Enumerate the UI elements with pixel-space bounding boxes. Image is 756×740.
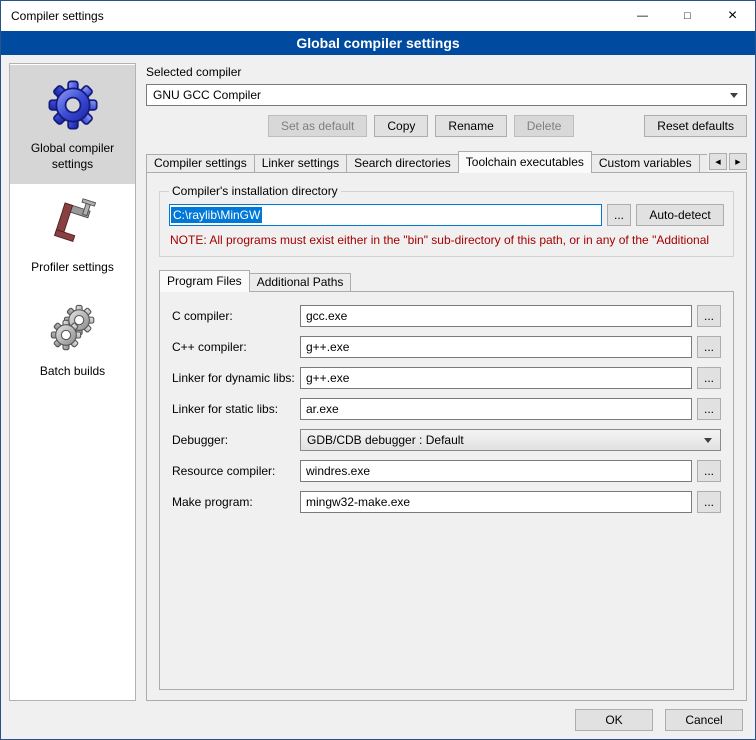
form-row-c-compiler: C compiler: ... <box>172 305 721 327</box>
settings-tabstrip: Compiler settings Linker settings Search… <box>146 151 747 173</box>
page-title: Global compiler settings <box>1 31 755 55</box>
window-title: Compiler settings <box>1 9 104 23</box>
program-files-page: C compiler: ... C++ compiler: ... <box>159 291 734 690</box>
compiler-actions: Set as default Copy Rename Delete Reset … <box>146 115 747 137</box>
selected-compiler-value: GNU GCC Compiler <box>153 88 261 102</box>
subtab-additional-paths[interactable]: Additional Paths <box>249 273 352 292</box>
selected-compiler-dropdown[interactable]: GNU GCC Compiler <box>146 84 747 106</box>
gray-gears-icon <box>45 300 101 356</box>
tab-search-directories[interactable]: Search directories <box>346 154 459 173</box>
dynamic-linker-label: Linker for dynamic libs: <box>172 371 300 385</box>
install-directory-browse-button[interactable]: ... <box>607 204 631 226</box>
tab-custom-variables[interactable]: Custom variables <box>591 154 700 173</box>
tab-compiler-settings[interactable]: Compiler settings <box>146 154 255 173</box>
ok-button[interactable]: OK <box>575 709 653 731</box>
tab-scroll-buttons: ◀ ▶ <box>709 153 747 170</box>
tab-toolchain-executables[interactable]: Toolchain executables <box>458 151 592 173</box>
main-pane: Selected compiler GNU GCC Compiler Set a… <box>146 63 747 701</box>
form-row-dynamic-linker: Linker for dynamic libs: ... <box>172 367 721 389</box>
installation-directory-groupbox: Compiler's installation directory C:\ray… <box>159 184 734 257</box>
c-compiler-browse-button[interactable]: ... <box>697 305 721 327</box>
resource-compiler-input[interactable] <box>300 460 692 482</box>
blue-gear-icon <box>45 77 101 133</box>
install-directory-selected-text: C:\raylib\MinGW <box>171 207 262 223</box>
cancel-button[interactable]: Cancel <box>665 709 743 731</box>
window-controls: — □ × <box>620 1 755 31</box>
debugger-dropdown[interactable]: GDB/CDB debugger : Default <box>300 429 721 451</box>
reset-defaults-button[interactable]: Reset defaults <box>644 115 747 137</box>
dynamic-linker-input[interactable] <box>300 367 692 389</box>
tab-build-options[interactable]: Build options <box>699 154 707 173</box>
dynamic-linker-browse-button[interactable]: ... <box>697 367 721 389</box>
category-sidebar: Global compiler settings Profiler settin… <box>9 63 136 701</box>
c-compiler-input[interactable] <box>300 305 692 327</box>
copy-button[interactable]: Copy <box>374 115 428 137</box>
dialog-body: Global compiler settings Profiler settin… <box>1 55 755 739</box>
make-program-label: Make program: <box>172 495 300 509</box>
debugger-label: Debugger: <box>172 433 300 447</box>
compiler-settings-window: Compiler settings — □ × Global compiler … <box>0 0 756 740</box>
installation-directory-legend: Compiler's installation directory <box>169 184 341 198</box>
tab-scroll-right-icon[interactable]: ▶ <box>729 153 747 170</box>
static-linker-browse-button[interactable]: ... <box>697 398 721 420</box>
form-row-cpp-compiler: C++ compiler: ... <box>172 336 721 358</box>
bin-subdirectory-note: NOTE: All programs must exist either in … <box>170 233 723 247</box>
make-program-input[interactable] <box>300 491 692 513</box>
clamp-tool-icon <box>45 196 101 252</box>
program-files-tabstrip: Program Files Additional Paths <box>159 270 734 292</box>
subtab-program-files[interactable]: Program Files <box>159 270 250 292</box>
titlebar: Compiler settings — □ × <box>1 1 755 31</box>
c-compiler-label: C compiler: <box>172 309 300 323</box>
resource-compiler-label: Resource compiler: <box>172 464 300 478</box>
dialog-footer: OK Cancel <box>9 701 747 739</box>
install-directory-input[interactable]: C:\raylib\MinGW <box>169 204 602 226</box>
sidebar-item-label: Global compiler settings <box>14 141 131 172</box>
form-row-debugger: Debugger: GDB/CDB debugger : Default <box>172 429 721 451</box>
maximize-button[interactable]: □ <box>665 1 710 31</box>
tab-linker-settings[interactable]: Linker settings <box>254 154 347 173</box>
debugger-dropdown-value: GDB/CDB debugger : Default <box>307 433 464 447</box>
cpp-compiler-label: C++ compiler: <box>172 340 300 354</box>
cpp-compiler-browse-button[interactable]: ... <box>697 336 721 358</box>
chevron-down-icon <box>730 93 738 98</box>
sidebar-item-global-compiler-settings[interactable]: Global compiler settings <box>10 65 135 184</box>
minimize-button[interactable]: — <box>620 1 665 31</box>
resource-compiler-browse-button[interactable]: ... <box>697 460 721 482</box>
sidebar-item-batch-builds[interactable]: Batch builds <box>10 288 135 392</box>
toolchain-executables-page: Compiler's installation directory C:\ray… <box>146 172 747 701</box>
static-linker-label: Linker for static libs: <box>172 402 300 416</box>
static-linker-input[interactable] <box>300 398 692 420</box>
chevron-down-icon <box>704 438 712 443</box>
make-program-browse-button[interactable]: ... <box>697 491 721 513</box>
set-as-default-button: Set as default <box>268 115 367 137</box>
sidebar-item-label: Batch builds <box>14 364 131 380</box>
sidebar-item-profiler-settings[interactable]: Profiler settings <box>10 184 135 288</box>
delete-button: Delete <box>514 115 575 137</box>
close-button[interactable]: × <box>710 1 755 31</box>
selected-compiler-label: Selected compiler <box>146 65 747 79</box>
tab-scroll-left-icon[interactable]: ◀ <box>709 153 727 170</box>
auto-detect-button[interactable]: Auto-detect <box>636 204 724 226</box>
form-row-make-program: Make program: ... <box>172 491 721 513</box>
sidebar-item-label: Profiler settings <box>14 260 131 276</box>
form-row-static-linker: Linker for static libs: ... <box>172 398 721 420</box>
cpp-compiler-input[interactable] <box>300 336 692 358</box>
rename-button[interactable]: Rename <box>435 115 506 137</box>
form-row-resource-compiler: Resource compiler: ... <box>172 460 721 482</box>
